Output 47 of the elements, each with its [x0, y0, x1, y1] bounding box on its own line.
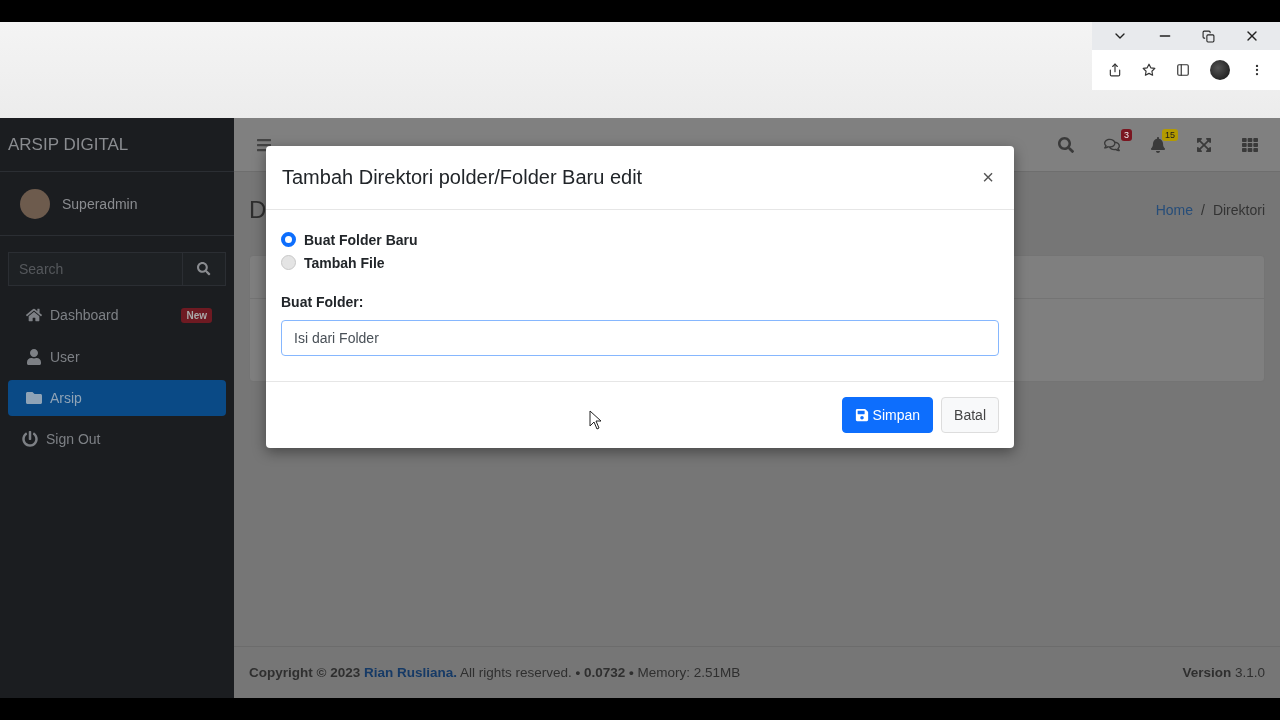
sidebar-item[interactable]: Dashboard New [8, 296, 226, 334]
search-icon [197, 262, 211, 276]
user-icon [26, 349, 42, 365]
sidebar-icon[interactable] [1176, 63, 1190, 77]
radio-option[interactable]: Tambah File [281, 251, 999, 274]
sidebar-label: User [50, 349, 81, 365]
breadcrumb-separator: / [1201, 202, 1205, 218]
grid-icon[interactable] [1242, 136, 1258, 153]
modal-title: Tambah Direktori polder/Folder Baru edit [282, 166, 643, 189]
save-icon [854, 408, 869, 422]
user-name[interactable]: Superadmin [62, 195, 138, 212]
close-button[interactable]: × [978, 166, 998, 189]
search-field[interactable]: Search [8, 252, 226, 286]
field-label: Buat Folder: [281, 294, 365, 310]
sidebar-label: Sign Out [46, 431, 102, 447]
restore-icon[interactable] [1201, 29, 1215, 43]
radio-option[interactable]: Buat Folder Baru [281, 228, 999, 251]
bell-icon[interactable] [1150, 136, 1166, 153]
search-icon[interactable] [1058, 136, 1074, 153]
sidebar-label: Arsip [50, 390, 83, 406]
sidebar-label: Dashboard [50, 307, 120, 323]
version-text: Version 3.1.0 [1182, 665, 1265, 680]
save-button[interactable]: Simpan [841, 397, 934, 433]
sidebar-item[interactable]: Sign Out [8, 420, 226, 458]
new-badge: New [181, 307, 212, 323]
fullscreen-icon[interactable] [1196, 136, 1212, 153]
copyright-text: Copyright © 2023 Rian Rusliana. All rights reserved. • 0.0732 • Memory: 2.51MB [249, 665, 741, 680]
mouse-cursor-icon [589, 410, 603, 430]
messages-icon[interactable] [1104, 136, 1120, 153]
user-avatar [20, 188, 50, 219]
breadcrumb-current: Direktori [1212, 202, 1265, 218]
home-icon [26, 307, 42, 323]
message-count: 3 [1121, 128, 1132, 141]
notification-count: 15 [1162, 128, 1178, 141]
share-icon[interactable] [1108, 63, 1122, 77]
page-title: D [249, 196, 267, 224]
radio-button[interactable] [281, 232, 296, 247]
power-icon [22, 431, 38, 447]
star-icon[interactable] [1142, 63, 1156, 77]
cancel-button[interactable]: Batal [941, 397, 999, 433]
radio-button[interactable] [281, 255, 296, 270]
folder-name-field[interactable]: Isi dari Folder [281, 320, 999, 356]
sidebar-item[interactable]: User [8, 338, 226, 376]
folder-icon [26, 390, 42, 406]
profile-avatar[interactable] [1210, 60, 1230, 80]
author-link[interactable]: Rian Rusliana. [364, 665, 458, 680]
sidebar-item[interactable]: Arsip [8, 380, 226, 416]
